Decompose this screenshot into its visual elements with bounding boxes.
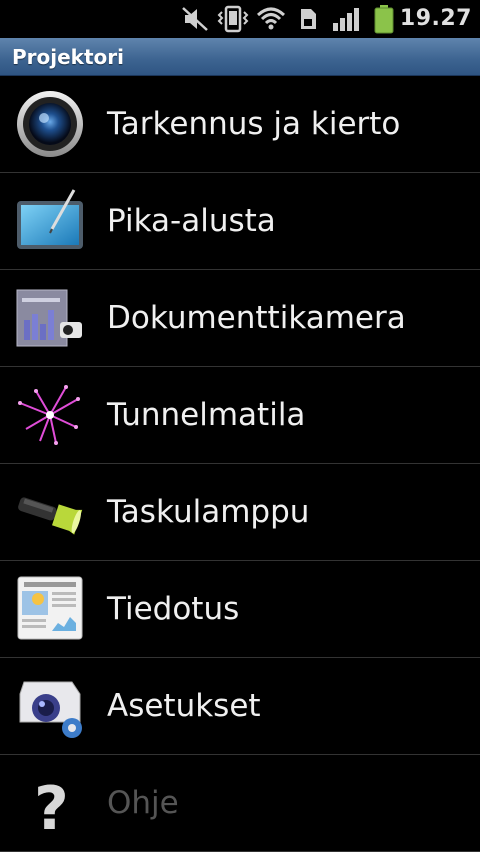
menu-item-bulletin[interactable]: Tiedotus	[0, 561, 480, 658]
menu-item-focus-rotation[interactable]: Tarkennus ja kierto	[0, 76, 480, 173]
camera-lens-icon	[17, 91, 83, 157]
flashlight-icon	[18, 497, 83, 535]
clock: 19.27	[399, 6, 472, 31]
page-title: Projektori	[12, 45, 125, 69]
newspaper-icon	[17, 576, 83, 640]
sd-card-icon	[301, 9, 316, 29]
battery-icon	[374, 5, 394, 34]
menu-list: Tarkennus ja kierto Pika-alusta Dokument…	[0, 76, 480, 852]
drawing-tablet-icon	[17, 189, 83, 249]
menu-item-quick-pad[interactable]: Pika-alusta	[0, 173, 480, 270]
projector-settings-icon	[19, 681, 82, 738]
document-camera-icon	[16, 289, 82, 347]
mute-icon	[182, 7, 208, 31]
menu-item-settings[interactable]: Asetukset	[0, 658, 480, 755]
menu-item-label: Ohje	[107, 785, 179, 821]
menu-item-ambience-mode[interactable]: Tunnelmatila	[0, 367, 480, 464]
vibrate-icon	[217, 5, 249, 33]
help-icon: ?	[34, 774, 69, 837]
menu-item-label: Tiedotus	[107, 591, 240, 627]
menu-item-label: Dokumenttikamera	[107, 300, 406, 336]
wifi-icon	[256, 7, 286, 30]
menu-item-label: Taskulamppu	[107, 494, 310, 530]
firework-icon	[18, 385, 80, 445]
svg-text:?: ?	[34, 774, 69, 837]
menu-item-label: Pika-alusta	[107, 203, 276, 239]
signal-icon	[333, 8, 359, 31]
menu-item-document-camera[interactable]: Dokumenttikamera	[0, 270, 480, 367]
menu-item-help[interactable]: ? Ohje	[0, 755, 480, 852]
title-bar: Projektori	[0, 38, 480, 76]
menu-item-label: Tunnelmatila	[107, 397, 306, 433]
menu-item-label: Asetukset	[107, 688, 261, 724]
menu-item-label: Tarkennus ja kierto	[107, 106, 401, 142]
status-bar: 19.27	[0, 0, 480, 38]
menu-item-flashlight[interactable]: Taskulamppu	[0, 464, 480, 561]
